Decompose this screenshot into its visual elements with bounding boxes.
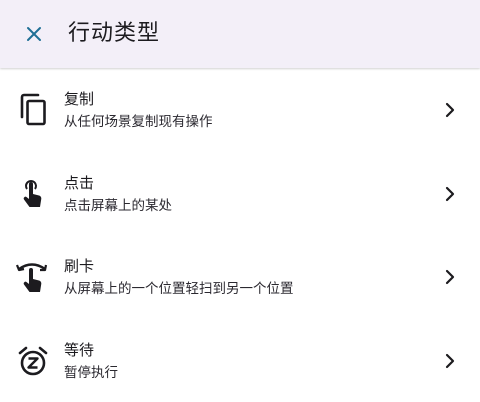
close-icon <box>26 26 42 42</box>
action-description: 暂停执行 <box>64 364 118 382</box>
action-item-copy[interactable]: 复制 从任何场景复制现有操作 <box>0 68 480 152</box>
app-bar: 行动类型 <box>0 0 480 68</box>
tap-gesture-icon <box>16 176 50 212</box>
action-label: 等待 <box>64 340 94 360</box>
action-label: 点击 <box>64 173 94 193</box>
chevron-right-icon <box>440 265 460 289</box>
action-label: 复制 <box>64 89 94 109</box>
page-title: 行动类型 <box>68 19 160 49</box>
close-button[interactable] <box>20 20 48 48</box>
action-description: 从任何场景复制现有操作 <box>64 113 213 131</box>
action-item-tap[interactable]: 点击 点击屏幕上的某处 <box>0 152 480 236</box>
chevron-right-icon <box>440 182 460 206</box>
action-item-wait[interactable]: 等待 暂停执行 <box>0 319 480 402</box>
swipe-gesture-icon <box>16 259 50 295</box>
action-description: 从屏幕上的一个位置轻扫到另一个位置 <box>64 280 294 298</box>
action-item-swipe[interactable]: 刷卡 从屏幕上的一个位置轻扫到另一个位置 <box>0 235 480 319</box>
action-description: 点击屏幕上的某处 <box>64 197 172 215</box>
chevron-right-icon <box>440 349 460 373</box>
snooze-alarm-icon <box>16 343 50 379</box>
copy-icon <box>16 92 50 128</box>
chevron-right-icon <box>440 98 460 122</box>
action-label: 刷卡 <box>64 256 94 276</box>
action-type-list: 复制 从任何场景复制现有操作 点击 点击屏幕上的某处 刷 <box>0 68 480 402</box>
